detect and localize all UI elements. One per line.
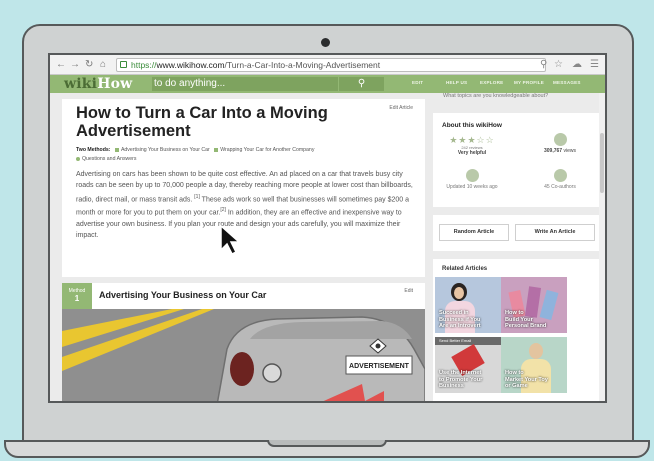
lock-icon	[120, 61, 127, 68]
tile-1-line-1: Succeed in	[439, 310, 469, 317]
url-scheme: https://	[131, 60, 157, 70]
tile-3-line-3: Business	[439, 383, 464, 390]
related-tile-4-label: How to Market Your Toy or Game	[505, 370, 548, 390]
random-article-button[interactable]: Random Article	[439, 224, 509, 241]
laptop-notch	[267, 440, 387, 447]
article-title: How to Turn a Car Into a Moving Advertis…	[76, 104, 328, 140]
nav-edit[interactable]: EDIT	[412, 80, 423, 85]
tile-1-line-3: Are an Introvert	[439, 323, 481, 330]
people-icon	[553, 169, 567, 182]
views-stat: 309,767 views	[530, 133, 590, 154]
car-illustration: ADVERTISEMENT	[62, 309, 425, 401]
tile-2-line-1: How to	[505, 310, 524, 317]
tile-3-line-2: to Promote Your	[439, 376, 483, 383]
nav-explore[interactable]: EXPLORE	[480, 80, 503, 85]
sidebar-question[interactable]: What topics are you knowledgeable about?	[443, 93, 548, 99]
rating-stat: ★★★☆☆ 242 reviews Very helpful	[442, 135, 502, 156]
write-article-button[interactable]: Write An Article	[515, 224, 595, 241]
about-title: About this wikiHow	[442, 122, 502, 129]
related-tile-2-label: How to Build Your Personal Brand	[505, 310, 546, 330]
address-bar[interactable]: https://www.wikihow.com/Turn-a-Car-Into-…	[116, 58, 546, 72]
article-intro: Advertising on cars has been shown to be…	[76, 169, 416, 241]
logo-wiki: wiki	[64, 76, 98, 92]
scrollbar[interactable]	[599, 93, 605, 401]
wikihow-header: wikiHow to do anything... ⚲ EDIT HELP US…	[50, 75, 605, 93]
method-card: Method 1 Advertising Your Business on Yo…	[62, 283, 425, 401]
method-edit-link[interactable]: Edit	[404, 288, 413, 294]
coauthors-stat: 45 Co-authors	[530, 169, 590, 190]
updated-stat: Updated 10 weeks ago	[442, 169, 502, 190]
related-tile-3[interactable]: Send Better Email Use the Internet to Pro…	[435, 337, 501, 393]
method-badge-number: 1	[74, 294, 80, 303]
webcam-icon	[321, 38, 330, 47]
qa-link[interactable]: Questions and Answers	[82, 156, 137, 162]
updated-text: Updated 10 weeks ago	[446, 184, 498, 190]
related-tile-2[interactable]: How to Build Your Personal Brand	[501, 277, 567, 333]
views-label: views	[563, 148, 576, 154]
tile-1-line-2: Business if You	[439, 316, 481, 323]
methods-list: Two Methods: Advertising Your Business o…	[76, 146, 406, 164]
about-box: About this wikiHow ★★★☆☆ 242 reviews Ver…	[433, 113, 603, 207]
page-content: How to Turn a Car Into a Moving Advertis…	[50, 93, 605, 401]
nav-help-us[interactable]: HELP US	[446, 80, 467, 85]
tile-4-line-1: How to	[505, 370, 524, 377]
coauthors-text: 45 Co-authors	[544, 184, 576, 190]
cloud-icon[interactable]: ☁	[572, 58, 582, 71]
home-icon[interactable]: ⌂	[100, 58, 106, 71]
related-tile-4[interactable]: How to Market Your Toy or Game	[501, 337, 567, 393]
qa-bullet-icon	[76, 156, 80, 161]
rating-text: Very helpful	[457, 150, 487, 156]
back-arrow-icon[interactable]: ←	[56, 58, 66, 71]
related-tile-3-label: Use the Internet to Promote Your Business	[439, 370, 482, 390]
tile-4-line-3: or Game	[505, 383, 528, 390]
forward-arrow-icon[interactable]: →	[70, 58, 80, 71]
method-badge: Method 1	[62, 283, 92, 309]
edit-article-link[interactable]: Edit Article	[389, 105, 413, 111]
face-illustration	[454, 287, 464, 299]
mouse-cursor-icon	[220, 224, 241, 256]
browser-toolbar: ← → ↻ ⌂ https://www.wikihow.com/Turn-a-C…	[50, 55, 605, 75]
search-button[interactable]: ⚲	[338, 77, 384, 91]
star-rating-icon: ★★★☆☆	[449, 135, 495, 145]
search-icon[interactable]: ⚲	[540, 58, 547, 71]
method-title: Advertising Your Business on Your Car	[99, 290, 267, 300]
logo-how: How	[97, 76, 133, 92]
article-card: How to Turn a Car Into a Moving Advertis…	[62, 99, 425, 277]
browser-screen: ← → ↻ ⌂ https://www.wikihow.com/Turn-a-C…	[48, 53, 607, 403]
tile-2-line-3: Personal Brand	[505, 323, 547, 330]
car-sign-text: ADVERTISEMENT	[349, 363, 410, 370]
related-tile-1[interactable]: Succeed in Business if You Are an Introver…	[435, 277, 501, 333]
method-link-1[interactable]: Advertising Your Business on Your Car	[121, 147, 210, 153]
wikihow-logo[interactable]: wikiHow	[64, 75, 132, 93]
method-bullet-icon	[214, 147, 219, 152]
action-box: Random Article Write An Article	[433, 215, 603, 251]
scrollbar-thumb[interactable]	[600, 133, 604, 193]
url-host: www.wikihow.com	[156, 60, 225, 70]
related-tile-1-label: Succeed in Business if You Are an Introver…	[439, 310, 481, 330]
nav-my-profile[interactable]: MY PROFILE	[514, 80, 544, 85]
url-path: /Turn-a-Car-Into-a-Moving-Advertisement	[224, 60, 381, 70]
clock-icon	[465, 169, 479, 182]
related-articles: Related Articles Succeed in Business if Y…	[433, 259, 603, 401]
menu-icon[interactable]: ☰	[590, 58, 599, 71]
reload-icon[interactable]: ↻	[85, 58, 93, 71]
views-count: 309,767	[544, 148, 563, 154]
nav-messages[interactable]: MESSAGES	[553, 80, 581, 85]
tile-2-line-2: Build Your	[505, 316, 533, 323]
tile-3-line-1: Use the Internet	[439, 370, 482, 377]
method-bullet-icon	[114, 147, 119, 152]
search-input[interactable]: to do anything...	[152, 77, 338, 91]
star-bookmark-icon[interactable]: ☆	[554, 58, 563, 71]
email-banner: Send Better Email	[435, 337, 501, 345]
method-link-2[interactable]: Wrapping Your Car for Another Company	[220, 147, 314, 153]
related-title: Related Articles	[442, 266, 488, 272]
tile-4-line-2: Market Your Toy	[505, 376, 548, 383]
face-illustration	[529, 343, 543, 359]
eye-icon	[553, 133, 567, 146]
methods-label: Two Methods:	[76, 147, 111, 153]
